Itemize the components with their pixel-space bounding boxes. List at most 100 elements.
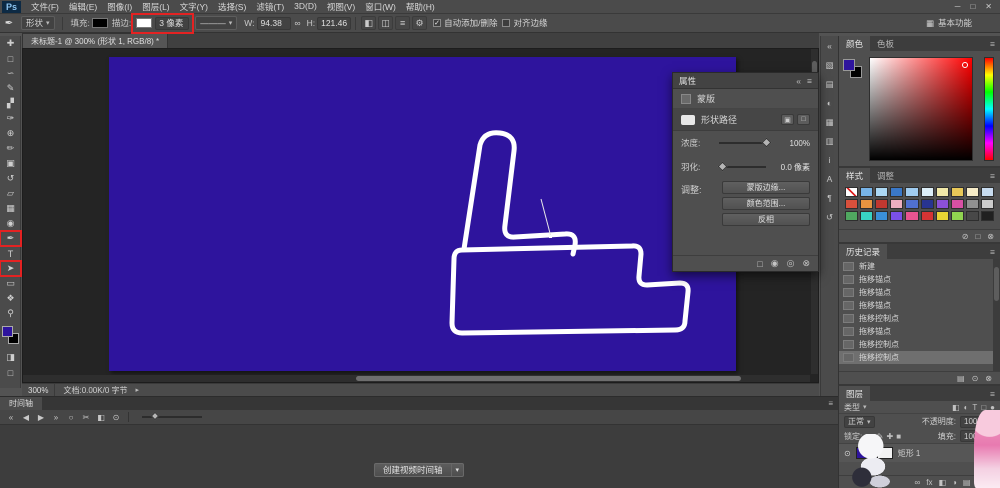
- style-swatch[interactable]: [860, 187, 873, 197]
- healing-brush-tool[interactable]: ⊕: [0, 126, 21, 141]
- tool-mode-dropdown[interactable]: 形状 ▾: [21, 16, 55, 30]
- panel-tab[interactable]: 样式: [839, 168, 870, 183]
- character-panel-icon[interactable]: A: [823, 173, 837, 185]
- menu-item[interactable]: 图像(I): [102, 1, 137, 13]
- new-snapshot-icon[interactable]: ⊙: [972, 374, 979, 383]
- style-swatch[interactable]: [860, 211, 873, 221]
- gradient-tool[interactable]: ▦: [0, 201, 21, 216]
- artboard[interactable]: [109, 57, 736, 371]
- add-transition-button[interactable]: ◧: [94, 411, 108, 423]
- pen-tool[interactable]: ✒: [0, 231, 21, 246]
- layer-thumbnail[interactable]: [856, 447, 872, 459]
- style-swatch[interactable]: [936, 211, 949, 221]
- style-swatch[interactable]: [936, 199, 949, 209]
- panel-menu-icon[interactable]: ≡: [807, 76, 812, 86]
- stroke-width-field[interactable]: 3 像素: [155, 17, 189, 30]
- menu-item[interactable]: 文字(Y): [175, 1, 213, 13]
- layer-row[interactable]: ⊙ 矩形 1: [839, 444, 1000, 462]
- filter-shape-icon[interactable]: □: [981, 403, 986, 412]
- history-state[interactable]: 拖移锚点: [839, 299, 1000, 312]
- adjustments-panel-icon[interactable]: ◐: [823, 97, 837, 109]
- link-layers-icon[interactable]: ∞: [915, 478, 921, 487]
- color-swatch-pair[interactable]: [843, 59, 865, 81]
- style-swatch[interactable]: [966, 199, 979, 209]
- vector-mask-thumbnail[interactable]: [877, 447, 893, 459]
- feather-slider-knob[interactable]: [718, 162, 728, 172]
- clear-style-icon[interactable]: ⊘: [962, 232, 969, 241]
- collapse-panel-icon[interactable]: «: [796, 76, 801, 86]
- split-clip-button[interactable]: ✂: [79, 411, 93, 423]
- menu-item[interactable]: 文件(F): [26, 1, 64, 13]
- stroke-swatch[interactable]: [136, 18, 152, 28]
- screen-mode-button[interactable]: □: [0, 365, 21, 380]
- minimize-button[interactable]: ─: [950, 2, 966, 11]
- marquee-tool[interactable]: □: [0, 51, 21, 66]
- hand-tool[interactable]: ❖: [0, 291, 21, 306]
- previous-frame-button[interactable]: ◀: [19, 411, 33, 423]
- restore-button[interactable]: □: [965, 2, 980, 11]
- filter-smart-object-icon[interactable]: ●: [990, 403, 995, 412]
- history-state[interactable]: 新建: [839, 260, 1000, 273]
- style-swatch[interactable]: [936, 187, 949, 197]
- panel-menu-icon[interactable]: ≡: [985, 386, 1000, 401]
- delete-state-icon[interactable]: ⊗: [985, 374, 992, 383]
- filter-pixel-icon[interactable]: ◧: [952, 403, 960, 412]
- history-state[interactable]: 拖移锚点: [839, 286, 1000, 299]
- panel-menu-icon[interactable]: ≡: [985, 168, 1000, 183]
- style-swatch[interactable]: [951, 187, 964, 197]
- style-swatch[interactable]: [890, 211, 903, 221]
- new-layer-icon[interactable]: □: [976, 478, 981, 487]
- style-swatch[interactable]: [890, 187, 903, 197]
- style-swatch[interactable]: [845, 211, 858, 221]
- adjustment-layer-icon[interactable]: ◑: [952, 478, 957, 487]
- timeline-zoom-slider[interactable]: [142, 416, 202, 418]
- menu-item[interactable]: 滤镜(T): [251, 1, 289, 13]
- horizontal-scrollbar[interactable]: [23, 375, 810, 382]
- panel-tab[interactable]: 图层: [839, 386, 870, 401]
- foreground-color-swatch[interactable]: [843, 59, 855, 71]
- style-swatch[interactable]: [890, 199, 903, 209]
- info-panel-icon[interactable]: i: [823, 154, 837, 166]
- layer-style-icon[interactable]: fx: [926, 478, 932, 487]
- foreground-background-swatches[interactable]: [0, 324, 21, 350]
- apply-mask-icon[interactable]: ◉: [771, 258, 779, 269]
- history-state[interactable]: 拖移控制点: [839, 312, 1000, 325]
- style-swatch[interactable]: [860, 199, 873, 209]
- panel-menu-icon[interactable]: ≡: [985, 36, 1000, 51]
- stroke-style-dropdown[interactable]: ——— ▾: [195, 16, 237, 30]
- density-value[interactable]: 100%: [772, 139, 810, 148]
- type-tool[interactable]: T: [0, 246, 21, 261]
- style-swatch[interactable]: [981, 211, 994, 221]
- document-tab[interactable]: 未标题-1 @ 300% (形状 1, RGB/8) *: [22, 33, 168, 48]
- refine-button[interactable]: 蒙版边缘...: [722, 181, 810, 194]
- align-edges-checkbox[interactable]: [502, 19, 510, 27]
- style-swatch[interactable]: [921, 187, 934, 197]
- fill-field[interactable]: 100% ▾: [960, 430, 995, 442]
- history-state[interactable]: 拖移锚点: [839, 273, 1000, 286]
- camera-button[interactable]: ⊙: [109, 411, 123, 423]
- layer-visibility-eye-icon[interactable]: ⊙: [844, 449, 851, 458]
- style-swatch[interactable]: [875, 199, 888, 209]
- play-button[interactable]: ▶: [34, 411, 48, 423]
- create-video-timeline-button[interactable]: 创建视频时间轴 ▾: [374, 463, 464, 477]
- swatches-panel-icon[interactable]: ▤: [823, 78, 837, 90]
- new-style-icon[interactable]: □: [975, 232, 980, 241]
- path-selection-tool[interactable]: ➤: [0, 261, 21, 276]
- quick-selection-tool[interactable]: ✎: [0, 81, 21, 96]
- density-slider-knob[interactable]: [761, 138, 771, 148]
- shape-height-field[interactable]: 121.46: [317, 17, 351, 30]
- style-swatch[interactable]: [845, 187, 858, 197]
- mute-audio-button[interactable]: ○: [64, 411, 78, 423]
- panel-tab[interactable]: 调整: [870, 168, 901, 183]
- path-arrange-button[interactable]: ≡: [395, 16, 410, 30]
- status-caret-icon[interactable]: ▸: [136, 386, 140, 394]
- eraser-tool[interactable]: ▱: [0, 186, 21, 201]
- paragraph-panel-icon[interactable]: ¶: [823, 192, 837, 204]
- panel-tab[interactable]: 颜色: [839, 36, 870, 51]
- layer-group-icon[interactable]: ▤: [963, 478, 971, 487]
- history-scrollbar[interactable]: [993, 259, 1000, 371]
- path-alignment-button[interactable]: ◫: [378, 16, 393, 30]
- lasso-tool[interactable]: ∽: [0, 66, 21, 81]
- density-slider[interactable]: [719, 142, 766, 144]
- filter-adjustment-icon[interactable]: ◐: [964, 403, 969, 412]
